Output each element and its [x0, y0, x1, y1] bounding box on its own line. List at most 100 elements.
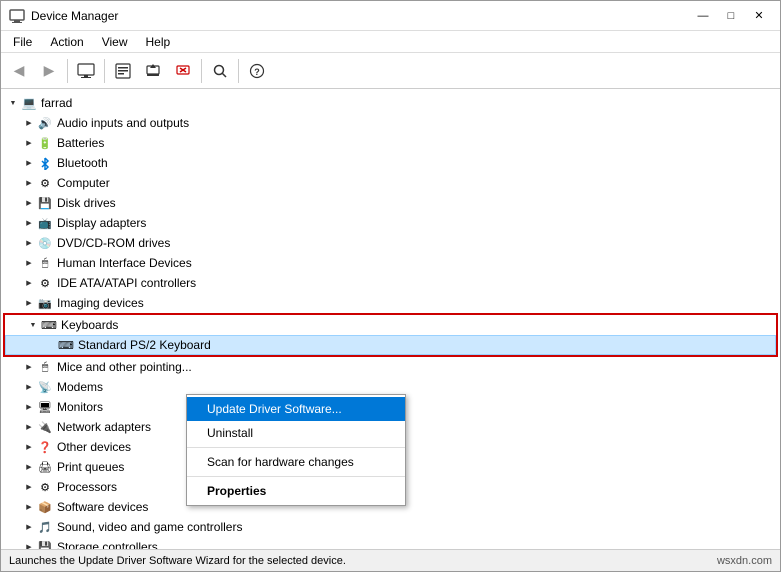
software-label: Software devices	[57, 500, 148, 514]
bluetooth-label: Bluetooth	[57, 156, 108, 170]
context-menu-sep-2	[187, 476, 405, 477]
menu-action[interactable]: Action	[42, 33, 91, 51]
toolbar-sep-4	[238, 59, 239, 83]
uninstall-button[interactable]	[169, 57, 197, 85]
context-menu-scan[interactable]: Scan for hardware changes	[187, 450, 405, 474]
tree-item-dvd[interactable]: DVD/CD-ROM drives	[1, 233, 780, 253]
imaging-icon	[37, 295, 53, 311]
bluetooth-icon	[37, 155, 53, 171]
other-icon	[37, 439, 53, 455]
modems-icon	[37, 379, 53, 395]
hid-label: Human Interface Devices	[57, 256, 192, 270]
display-icon	[37, 215, 53, 231]
imaging-expand-icon	[21, 295, 37, 311]
root-label: farrad	[41, 96, 72, 110]
forward-button[interactable]	[35, 57, 63, 85]
minimize-button[interactable]: —	[690, 6, 716, 26]
dvd-expand-icon	[21, 235, 37, 251]
menu-bar: File Action View Help	[1, 31, 780, 53]
processors-expand-icon	[21, 479, 37, 495]
other-label: Other devices	[57, 440, 131, 454]
computer-button[interactable]	[72, 57, 100, 85]
mice-icon	[37, 359, 53, 375]
hid-expand-icon	[21, 255, 37, 271]
context-menu-properties[interactable]: Properties	[187, 479, 405, 503]
menu-view[interactable]: View	[94, 33, 136, 51]
back-button[interactable]	[5, 57, 33, 85]
monitors-icon	[37, 399, 53, 415]
sound-expand-icon	[21, 519, 37, 535]
tree-item-keyboards[interactable]: Keyboards	[5, 315, 776, 335]
device-manager-window: Device Manager — □ ✕ File Action View He…	[0, 0, 781, 572]
storage-icon	[37, 539, 53, 549]
keyboards-group: Keyboards Standard PS/2 Keyboard	[3, 313, 778, 357]
tree-item-bluetooth[interactable]: Bluetooth	[1, 153, 780, 173]
toolbar-sep-1	[67, 59, 68, 83]
tree-item-imaging[interactable]: Imaging devices	[1, 293, 780, 313]
std-keyboard-expand-icon	[42, 337, 58, 353]
context-menu-update-driver[interactable]: Update Driver Software...	[187, 397, 405, 421]
print-label: Print queues	[57, 460, 124, 474]
computer-icon	[37, 175, 53, 191]
storage-expand-icon	[21, 539, 37, 549]
tree-item-disk[interactable]: Disk drives	[1, 193, 780, 213]
status-site: wsxdn.com	[717, 555, 772, 567]
title-bar: Device Manager — □ ✕	[1, 1, 780, 31]
keyboards-expand-icon	[25, 317, 41, 333]
modems-label: Modems	[57, 380, 103, 394]
disk-expand-icon	[21, 195, 37, 211]
svg-text:?: ?	[254, 67, 260, 77]
batteries-icon	[37, 135, 53, 151]
ide-label: IDE ATA/ATAPI controllers	[57, 276, 196, 290]
tree-item-hid[interactable]: Human Interface Devices	[1, 253, 780, 273]
tree-item-std-keyboard[interactable]: Standard PS/2 Keyboard	[5, 335, 776, 355]
sound-icon	[37, 519, 53, 535]
context-menu-sep-1	[187, 447, 405, 448]
context-menu-uninstall[interactable]: Uninstall	[187, 421, 405, 445]
monitors-label: Monitors	[57, 400, 103, 414]
dvd-icon	[37, 235, 53, 251]
disk-label: Disk drives	[57, 196, 116, 210]
tree-item-display[interactable]: Display adapters	[1, 213, 780, 233]
software-expand-icon	[21, 499, 37, 515]
disk-icon	[37, 195, 53, 211]
tree-item-storage[interactable]: Storage controllers	[1, 537, 780, 549]
mice-expand-icon	[21, 359, 37, 375]
ide-expand-icon	[21, 275, 37, 291]
back-icon	[14, 62, 25, 79]
scan-button[interactable]	[206, 57, 234, 85]
network-expand-icon	[21, 419, 37, 435]
status-text: Launches the Update Driver Software Wiza…	[9, 555, 346, 567]
status-bar: Launches the Update Driver Software Wiza…	[1, 549, 780, 571]
network-icon	[37, 419, 53, 435]
tree-item-computer[interactable]: Computer	[1, 173, 780, 193]
tree-item-sound[interactable]: Sound, video and game controllers	[1, 517, 780, 537]
main-content: farrad Audio inputs and outputs Batterie…	[1, 89, 780, 549]
close-button[interactable]: ✕	[746, 6, 772, 26]
audio-icon	[37, 115, 53, 131]
bluetooth-expand-icon	[21, 155, 37, 171]
processors-icon	[37, 479, 53, 495]
maximize-button[interactable]: □	[718, 6, 744, 26]
toolbar-sep-2	[104, 59, 105, 83]
menu-file[interactable]: File	[5, 33, 40, 51]
context-menu: Update Driver Software... Uninstall Scan…	[186, 394, 406, 506]
menu-help[interactable]: Help	[138, 33, 179, 51]
properties-button[interactable]	[109, 57, 137, 85]
keyboards-label: Keyboards	[61, 318, 118, 332]
display-expand-icon	[21, 215, 37, 231]
tree-item-audio[interactable]: Audio inputs and outputs	[1, 113, 780, 133]
help-button[interactable]: ?	[243, 57, 271, 85]
processors-label: Processors	[57, 480, 117, 494]
network-label: Network adapters	[57, 420, 151, 434]
std-keyboard-label: Standard PS/2 Keyboard	[78, 338, 211, 352]
other-expand-icon	[21, 439, 37, 455]
window-title: Device Manager	[31, 9, 118, 23]
tree-root[interactable]: farrad	[1, 93, 780, 113]
audio-label: Audio inputs and outputs	[57, 116, 189, 130]
display-label: Display adapters	[57, 216, 146, 230]
update-driver-button[interactable]	[139, 57, 167, 85]
tree-item-ide[interactable]: IDE ATA/ATAPI controllers	[1, 273, 780, 293]
tree-item-mice[interactable]: Mice and other pointing...	[1, 357, 780, 377]
tree-item-batteries[interactable]: Batteries	[1, 133, 780, 153]
